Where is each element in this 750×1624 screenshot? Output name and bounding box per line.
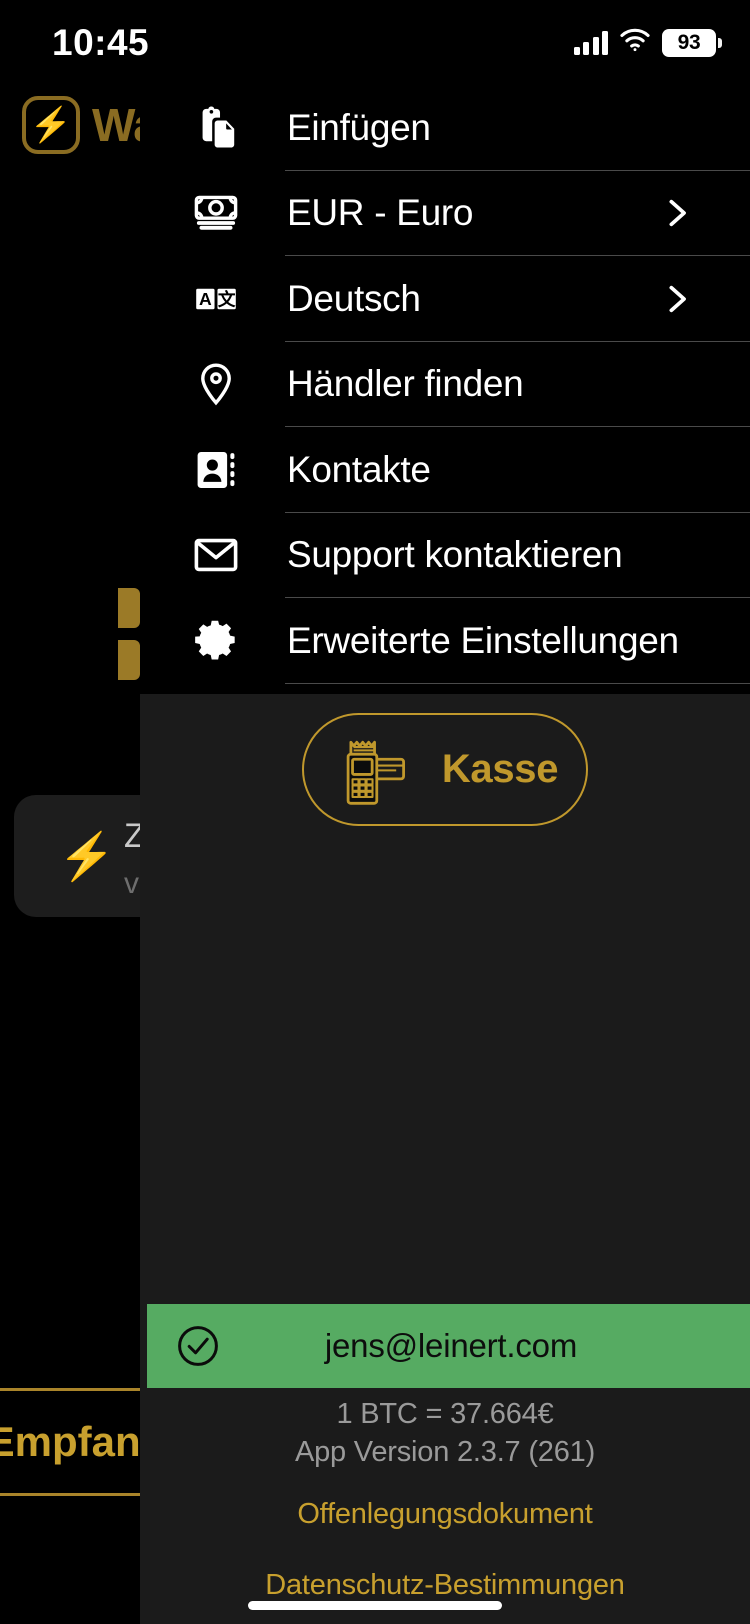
app-version-text: App Version 2.3.7 (261) bbox=[294, 1436, 596, 1469]
home-indicator[interactable] bbox=[248, 1601, 502, 1610]
menu-item-label: Einfügen bbox=[287, 106, 431, 148]
paste-clipboard-icon bbox=[185, 97, 247, 159]
account-email: jens@leinert.com bbox=[324, 1327, 578, 1364]
lightning-bolt-logo-icon: ⚡ bbox=[22, 96, 80, 154]
contact-card-icon bbox=[185, 439, 247, 501]
background-gold-accent-1 bbox=[118, 588, 140, 628]
envelope-icon bbox=[185, 524, 247, 586]
disclosure-document-link[interactable]: Offenlegungsdokument bbox=[140, 1498, 750, 1531]
side-menu-drawer: Einfügen EUR - Euro A 文 Deutsch Händler … bbox=[140, 0, 750, 1624]
menu-item-paste[interactable]: Einfügen bbox=[140, 85, 750, 171]
drawer-footer: 1 BTC = 37.664€ App Version 2.3.7 (261) … bbox=[140, 1395, 750, 1602]
menu-item-find-merchants[interactable]: Händler finden bbox=[140, 342, 750, 427]
lightning-bolt-icon: ⚡ bbox=[58, 830, 116, 882]
check-circle-icon bbox=[174, 1322, 222, 1370]
background-gold-accent-2 bbox=[118, 640, 140, 680]
menu-item-currency[interactable]: EUR - Euro bbox=[140, 171, 750, 256]
chevron-right-icon bbox=[660, 282, 694, 316]
map-pin-icon bbox=[185, 353, 247, 415]
menu-item-contact-support[interactable]: Support kontaktieren bbox=[140, 513, 750, 598]
kasse-button-label: Kasse bbox=[441, 747, 559, 791]
svg-text:A: A bbox=[199, 289, 212, 309]
menu-item-label: Support kontaktieren bbox=[287, 534, 623, 576]
kasse-button-container: Kasse bbox=[140, 713, 750, 826]
exchange-rate-text: 1 BTC = 37.664€ bbox=[336, 1398, 554, 1430]
menu-separator bbox=[285, 682, 750, 684]
menu-list: Einfügen EUR - Euro A 文 Deutsch Händler … bbox=[140, 85, 750, 684]
menu-item-label: Händler finden bbox=[287, 363, 524, 405]
gear-icon bbox=[185, 610, 247, 672]
lightning-bolt-glyph: ⚡ bbox=[29, 106, 73, 144]
pos-terminal-card-icon bbox=[332, 733, 416, 807]
kasse-button[interactable]: Kasse bbox=[302, 713, 588, 826]
menu-item-label: Deutsch bbox=[287, 277, 421, 319]
svg-text:文: 文 bbox=[218, 289, 236, 310]
menu-item-label: Kontakte bbox=[287, 448, 431, 490]
account-status-banner[interactable]: jens@leinert.com bbox=[147, 1304, 750, 1388]
menu-item-advanced-settings[interactable]: Erweiterte Einstellungen bbox=[140, 598, 750, 684]
translate-icon: A 文 bbox=[185, 268, 247, 330]
privacy-policy-link[interactable]: Datenschutz-Bestimmungen bbox=[140, 1569, 750, 1602]
menu-item-label: Erweiterte Einstellungen bbox=[287, 619, 679, 661]
menu-item-contacts[interactable]: Kontakte bbox=[140, 427, 750, 513]
menu-item-language[interactable]: A 文 Deutsch bbox=[140, 256, 750, 342]
banknote-icon bbox=[185, 182, 247, 244]
chevron-right-icon bbox=[660, 196, 694, 230]
menu-item-label: EUR - Euro bbox=[287, 192, 474, 234]
